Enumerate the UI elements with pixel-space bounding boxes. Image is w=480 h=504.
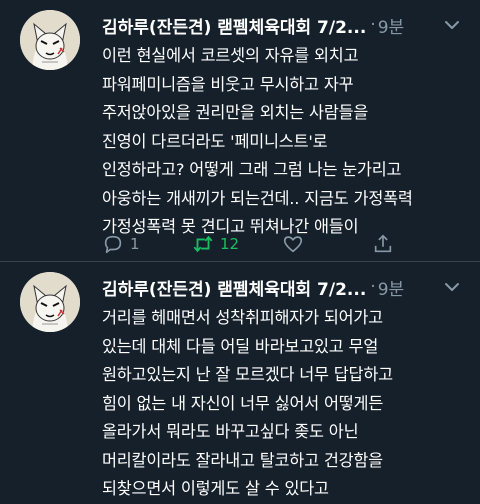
tweet-text-line: 이런 현실에서 코르셋의 자유를 외치고 bbox=[102, 46, 359, 65]
separator: · bbox=[370, 277, 376, 297]
tweet-text-line: 올라가서 뭐라도 바꾸고싶다 좆도 아닌 bbox=[102, 422, 359, 441]
tweet-text-line: 인정하라고? 어떻게 그래 그럼 나는 눈가리고 bbox=[102, 160, 402, 179]
display-name[interactable]: 김하루(잔든견) 랟펨체육대회 7/2... bbox=[102, 13, 366, 38]
tweet-actions: 1 12 bbox=[102, 226, 462, 262]
dog-avatar-icon bbox=[20, 272, 80, 332]
tweet-1[interactable]: 김하루(잔든견) 랟펨체육대회 7/2... · 9분 이런 현실에서 코르셋의… bbox=[0, 0, 480, 262]
retweet-count: 12 bbox=[220, 235, 240, 253]
dog-avatar-icon bbox=[20, 10, 80, 70]
chevron-down-icon[interactable] bbox=[442, 16, 462, 34]
tweet-text-line: 파워페미니즘을 비웃고 무시하고 자꾸 bbox=[102, 74, 354, 94]
tweet-text: 거리를 헤매면서 성착취피해자가 되어가고 있는데 대체 다들 어딜 바라보고있… bbox=[102, 304, 462, 504]
share-button[interactable] bbox=[372, 233, 462, 255]
retweet-button[interactable]: 12 bbox=[192, 233, 282, 255]
chevron-down-icon[interactable] bbox=[442, 278, 462, 296]
tweet-header: 김하루(잔든견) 랟펨체육대회 7/2... · 9분 bbox=[102, 8, 462, 42]
retweet-icon bbox=[193, 235, 213, 253]
separator: · bbox=[370, 15, 376, 35]
tweet-2[interactable]: 김하루(잔든견) 랟펨체육대회 7/2... · 9분 거리를 헤매면서 성착취… bbox=[0, 262, 480, 498]
tweet-text-line: 진영이 다르더라도 '페미니스트'로 bbox=[102, 131, 328, 151]
timestamp[interactable]: 9분 bbox=[378, 275, 404, 300]
display-name[interactable]: 김하루(잔든견) 랟펨체육대회 7/2... bbox=[102, 275, 366, 300]
tweet-text-line: 아웅하는 개새끼가 되는건데.. 지금도 가정폭력 bbox=[102, 188, 413, 208]
tweet-text-line: 거리를 헤매면서 성착취피해자가 되어가고 bbox=[102, 308, 383, 327]
tweet-header: 김하루(잔든견) 랟펨체육대회 7/2... · 9분 bbox=[102, 270, 462, 304]
tweet-text-line: 힘이 없는 내 자신이 너무 싫어서 어떻게든 bbox=[102, 393, 384, 413]
tweet-text-line: 있는데 대체 다들 어딜 바라보고있고 무얼 bbox=[102, 336, 379, 356]
tweet-text-line: 주저앉아있을 권리만을 외치는 사람들을 bbox=[102, 103, 369, 122]
tweet-text-line: 머리칼이라도 잘라내고 탈코하고 건강함을 bbox=[102, 450, 383, 470]
reply-count: 1 bbox=[130, 235, 140, 253]
timestamp[interactable]: 9분 bbox=[378, 13, 404, 38]
tweet-content: 김하루(잔든견) 랟펨체육대회 7/2... · 9분 거리를 헤매면서 성착취… bbox=[102, 270, 462, 504]
share-icon bbox=[374, 234, 392, 253]
like-button[interactable] bbox=[282, 233, 372, 255]
tweet-text-line: 되찾으면서 이렇게도 살 수 있다고 bbox=[102, 479, 329, 498]
tweet-text: 이런 현실에서 코르셋의 자유를 외치고 파워페미니즘을 비웃고 무시하고 자꾸… bbox=[102, 42, 462, 242]
reply-icon bbox=[104, 235, 122, 254]
reply-button[interactable]: 1 bbox=[102, 233, 192, 255]
tweet-text-line: 원하고있는지 난 잘 모르겠다 너무 답답하고 bbox=[102, 365, 393, 384]
tweet-content: 김하루(잔든견) 랟펨체육대회 7/2... · 9분 이런 현실에서 코르셋의… bbox=[102, 8, 462, 242]
avatar[interactable] bbox=[20, 10, 80, 70]
heart-icon bbox=[283, 236, 303, 253]
avatar[interactable] bbox=[20, 272, 80, 332]
